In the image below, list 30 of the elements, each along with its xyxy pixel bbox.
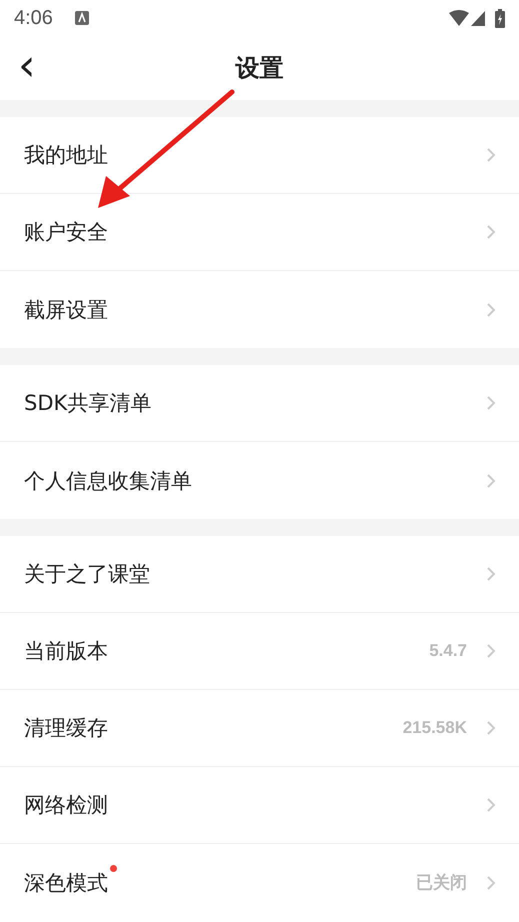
row-label: 关于之了课堂 [24,561,150,588]
row-label: 我的地址 [24,142,108,169]
notification-icon [74,11,89,25]
row-value: 215.58K [402,718,467,738]
chevron-icon [487,302,495,316]
battery-icon [495,8,505,28]
chevron-icon [487,721,495,735]
row-label: SDK共享清单 [24,390,152,417]
chevron-icon [487,644,495,658]
chevron-icon [487,396,495,410]
signal-icon [471,10,485,26]
chevron-icon [487,148,495,162]
row-label: 清理缓存 [24,715,108,742]
back-button[interactable]: ‹ [12,44,42,88]
chevron-icon [487,567,495,581]
chevron-icon [487,225,495,239]
row-label: 截屏设置 [24,296,108,324]
row-label: 当前版本 [24,638,108,665]
row-value: 5.4.7 [429,641,467,661]
row-label: 深色模式 [24,868,108,896]
chevron-icon [487,474,495,488]
row-label: 网络检测 [24,792,108,819]
chevron-icon [487,876,495,890]
row-value: 已关闭 [416,872,467,894]
wifi-icon [449,10,469,26]
row-label: 账户安全 [24,219,108,246]
row-label: 个人信息收集清单 [24,468,192,494]
page-title: 设置 [236,53,284,84]
status-time: 4:06 [14,6,53,30]
chevron-icon [487,798,495,812]
